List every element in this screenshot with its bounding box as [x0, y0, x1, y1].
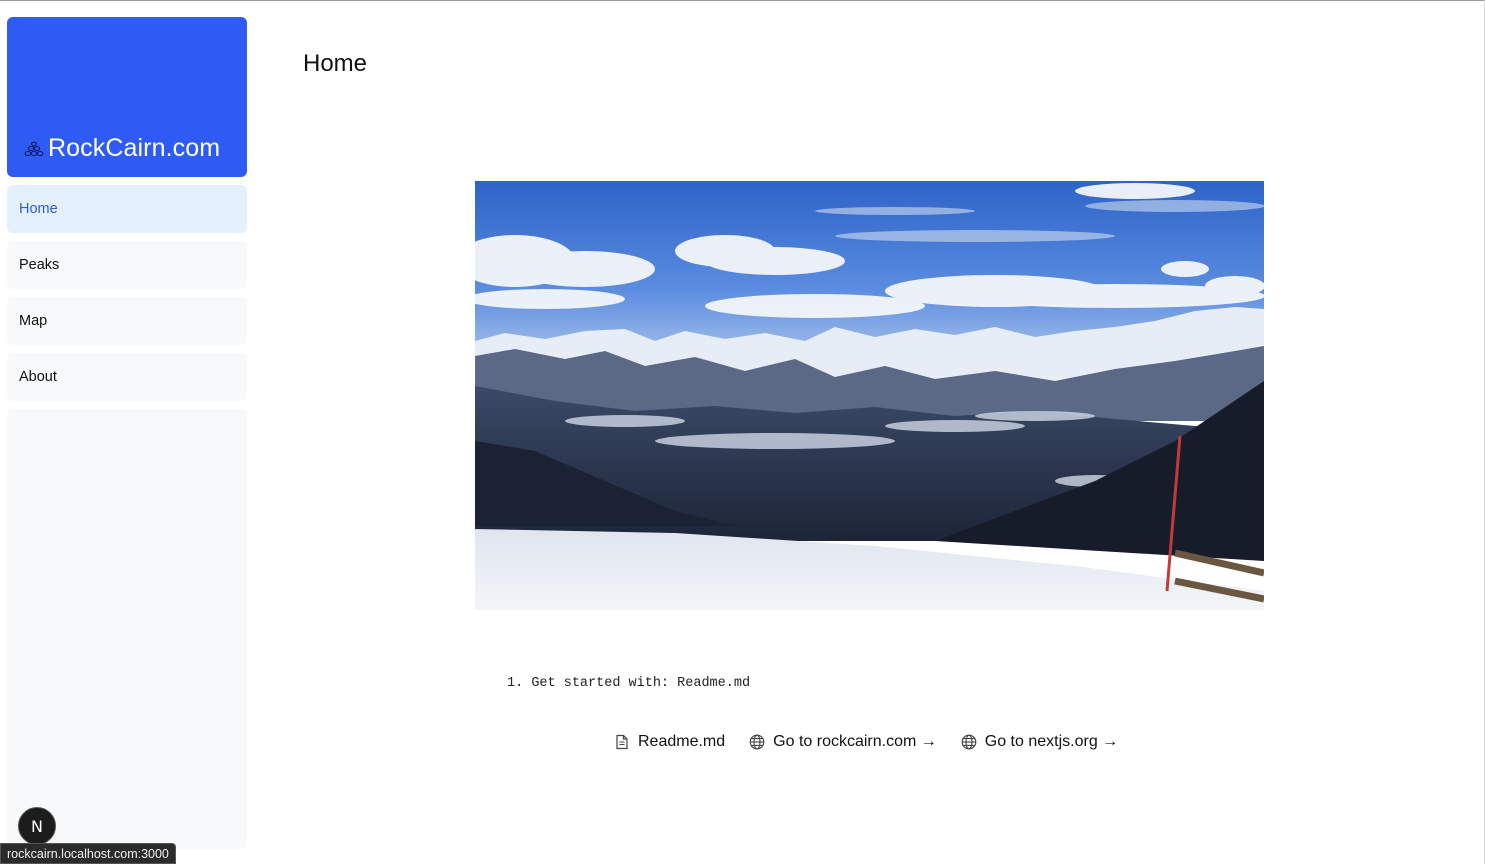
file-icon	[616, 734, 628, 750]
globe-icon	[961, 734, 977, 750]
sidebar-filler	[7, 409, 247, 849]
nextjs-devtools-button[interactable]: N	[18, 807, 56, 845]
nextjs-link[interactable]: Go to nextjs.org →	[961, 733, 1118, 751]
hero-image	[475, 181, 1264, 610]
sidebar-item-about[interactable]: About	[7, 353, 247, 401]
rockcairn-link-label: Go to rockcairn.com →	[773, 733, 937, 750]
steps-list: 1. Get started with: Readme.md	[507, 676, 750, 691]
status-bar-url: rockcairn.localhost.com:3000	[0, 843, 176, 864]
rockcairn-link[interactable]: Go to rockcairn.com →	[749, 733, 937, 751]
window-top-border	[0, 0, 1485, 1]
sidebar-item-peaks[interactable]: Peaks	[7, 241, 247, 289]
readme-link[interactable]: Readme.md	[614, 733, 725, 751]
step-item: 1. Get started with: Readme.md	[507, 676, 751, 691]
brand-title: RockCairn.com	[48, 134, 221, 162]
readme-link-label: Readme.md	[638, 733, 726, 750]
footer-links: Readme.md Go to rockcairn.com → Go to ne…	[614, 733, 1142, 751]
step-text: Get started with: Readme.md	[531, 676, 751, 691]
globe-icon	[749, 734, 765, 750]
sidebar-item-home[interactable]: Home	[7, 185, 247, 233]
brand-row: RockCairn.com	[24, 134, 220, 163]
nextjs-link-label: Go to nextjs.org →	[984, 733, 1119, 750]
page-title: Home	[303, 50, 368, 77]
cairn-icon	[24, 141, 44, 156]
sidebar-item-map[interactable]: Map	[7, 297, 247, 345]
brand-banner[interactable]: RockCairn.com	[7, 17, 247, 177]
